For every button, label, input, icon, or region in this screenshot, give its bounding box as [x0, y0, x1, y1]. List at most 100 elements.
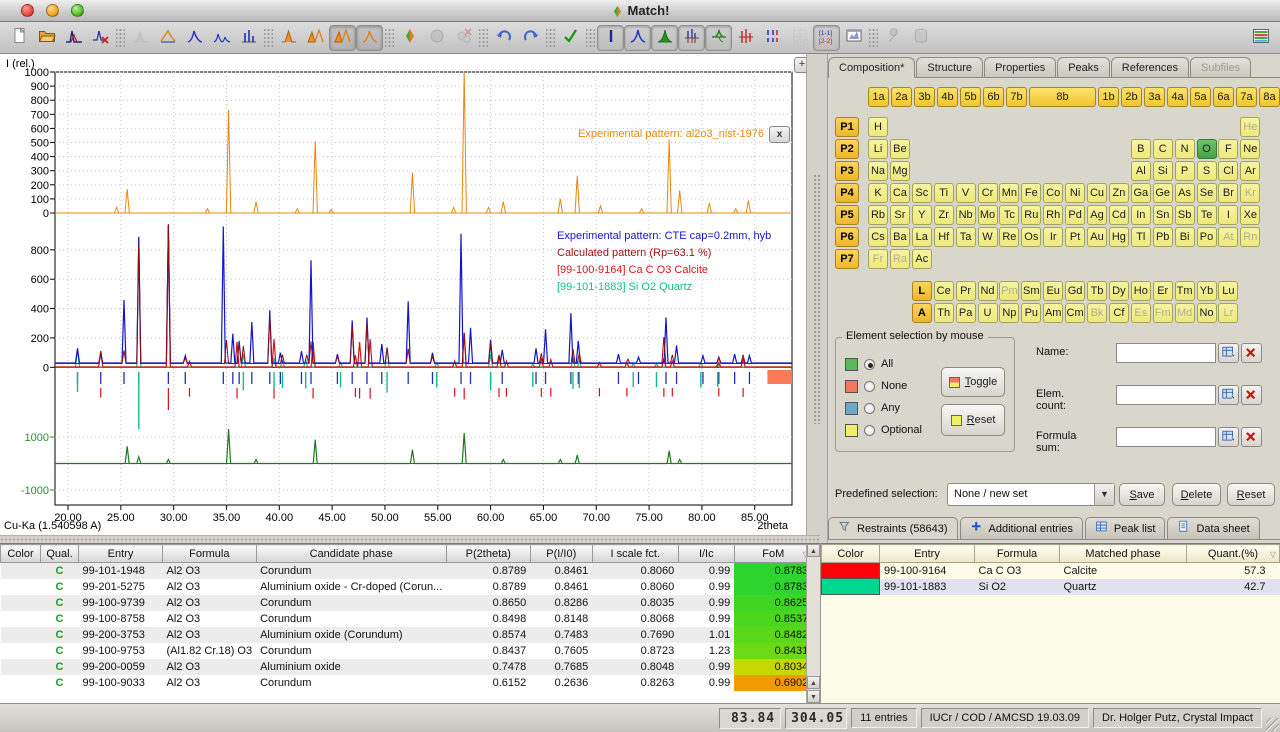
import-diffraction-pattern-button[interactable]	[60, 25, 87, 51]
candidate-list-scrollbar[interactable]: ▲ ▲ ▼	[806, 544, 820, 703]
show-candidate-peaks-button[interactable]	[759, 25, 786, 51]
element-button-cr[interactable]: Cr	[978, 183, 998, 203]
column-header-candidatephase[interactable]: Candidate phase	[256, 545, 446, 563]
element-button-ba[interactable]: Ba	[890, 227, 910, 247]
element-button-cf[interactable]: Cf	[1109, 303, 1129, 323]
tab-data-sheet[interactable]: Data sheet	[1167, 517, 1259, 539]
element-button-h[interactable]: H	[868, 117, 888, 137]
resize-grip[interactable]	[1266, 718, 1279, 731]
pattern-options-button[interactable]	[87, 25, 114, 51]
element-button-no[interactable]: No	[1197, 303, 1217, 323]
diffraction-pattern-plot[interactable]: 1000900800700600500400300200100080060040…	[0, 54, 806, 543]
radio-any[interactable]	[864, 403, 875, 414]
element-button-sb[interactable]: Sb	[1175, 205, 1195, 225]
save-button[interactable]: Save	[1119, 483, 1165, 506]
element-button-rh[interactable]: Rh	[1043, 205, 1063, 225]
element-button-cs[interactable]: Cs	[868, 227, 888, 247]
table-row[interactable]: C99-100-8758Al2 O3Corundum0.84980.81480.…	[1, 611, 813, 627]
periodic-table-toggle-button[interactable]	[1247, 25, 1274, 51]
element-button-cl[interactable]: Cl	[1218, 161, 1238, 181]
element-button-b[interactable]: B	[1131, 139, 1151, 159]
period-button-p1[interactable]: P1	[835, 117, 859, 137]
tab-peak-list[interactable]: Peak list	[1085, 517, 1166, 539]
toggle-selection-button[interactable]: Toggle	[941, 367, 1005, 397]
element-button-hg[interactable]: Hg	[1109, 227, 1129, 247]
period-button-p7[interactable]: P7	[835, 249, 859, 269]
chevron-down-icon[interactable]: ▼	[1094, 484, 1114, 505]
tab-additional-entries[interactable]: Additional entries	[960, 517, 1083, 539]
element-button-y[interactable]: Y	[912, 205, 932, 225]
group-button-4b[interactable]: 4b	[937, 87, 958, 107]
element-button-sr[interactable]: Sr	[890, 205, 910, 225]
element-button-br[interactable]: Br	[1218, 183, 1238, 203]
element-button-pa[interactable]: Pa	[956, 303, 976, 323]
table-row[interactable]: C99-100-9033Al2 O3Corundum0.61520.26360.…	[1, 675, 813, 691]
element-button-in[interactable]: In	[1131, 205, 1151, 225]
subtract-background-button[interactable]	[154, 25, 181, 51]
table-row[interactable]: C99-200-3753Al2 O3Aluminium oxide (Corun…	[1, 627, 813, 643]
element-button-zr[interactable]: Zr	[934, 205, 954, 225]
period-button-p2[interactable]: P2	[835, 139, 859, 159]
selection-option-all[interactable]: All	[845, 357, 893, 371]
field-input-elemcount[interactable]	[1116, 385, 1216, 405]
element-button-yb[interactable]: Yb	[1197, 281, 1217, 301]
peak-fitting-toggle-button[interactable]	[329, 25, 356, 51]
clear-field-button[interactable]	[1241, 385, 1262, 405]
element-button-p[interactable]: P	[1175, 161, 1195, 181]
element-button-bi[interactable]: Bi	[1175, 227, 1195, 247]
element-button-o[interactable]: O	[1197, 139, 1217, 159]
show-calculated-profile-button[interactable]	[651, 25, 678, 51]
element-button-be[interactable]: Be	[890, 139, 910, 159]
run-match-search-button[interactable]	[396, 25, 423, 51]
element-button-au[interactable]: Au	[1087, 227, 1107, 247]
element-button-ir[interactable]: Ir	[1043, 227, 1063, 247]
group-button-3b[interactable]: 3b	[914, 87, 935, 107]
element-button-si[interactable]: Si	[1153, 161, 1173, 181]
period-button-p3[interactable]: P3	[835, 161, 859, 181]
element-button-ag[interactable]: Ag	[1087, 205, 1107, 225]
single-peak-fit-toggle-button[interactable]	[356, 25, 383, 51]
element-button-i[interactable]: I	[1218, 205, 1238, 225]
element-button-fe[interactable]: Fe	[1021, 183, 1041, 203]
presentation-view-button[interactable]	[840, 25, 867, 51]
periodic-picker-button[interactable]	[1218, 427, 1239, 447]
element-button-la[interactable]: La	[912, 227, 932, 247]
group-button-7a[interactable]: 7a	[1236, 87, 1257, 107]
new-document-button[interactable]	[6, 25, 33, 51]
column-header-entry[interactable]: Entry	[880, 545, 975, 563]
series-button-l[interactable]: L	[912, 281, 932, 301]
radio-all[interactable]	[864, 359, 875, 370]
element-button-hf[interactable]: Hf	[934, 227, 954, 247]
column-header-entry[interactable]: Entry	[79, 545, 163, 563]
table-row[interactable]: C99-100-9753(Al1.82 Cr.18) O3Corundum0.8…	[1, 643, 813, 659]
field-input-name[interactable]	[1116, 343, 1216, 363]
element-button-u[interactable]: U	[978, 303, 998, 323]
element-button-ne[interactable]: Ne	[1240, 139, 1260, 159]
element-button-al[interactable]: Al	[1131, 161, 1151, 181]
vertical-splitter[interactable]	[806, 54, 828, 543]
element-button-po[interactable]: Po	[1197, 227, 1217, 247]
element-button-cm[interactable]: Cm	[1065, 303, 1085, 323]
column-header-fom[interactable]: FoM▽	[734, 545, 812, 563]
element-button-am[interactable]: Am	[1043, 303, 1063, 323]
clear-field-button[interactable]	[1241, 343, 1262, 363]
group-button-6b[interactable]: 6b	[983, 87, 1004, 107]
element-button-mn[interactable]: Mn	[999, 183, 1019, 203]
reset-button[interactable]: Reset	[1227, 483, 1275, 506]
table-row[interactable]: C99-100-9739Al2 O3Corundum0.86500.82860.…	[1, 595, 813, 611]
show-phase-peaks-button[interactable]	[732, 25, 759, 51]
group-button-2a[interactable]: 2a	[891, 87, 912, 107]
element-button-pt[interactable]: Pt	[1065, 227, 1085, 247]
element-button-ho[interactable]: Ho	[1131, 281, 1151, 301]
element-button-li[interactable]: Li	[868, 139, 888, 159]
element-button-th[interactable]: Th	[934, 303, 954, 323]
scroll-down-button[interactable]: ▼	[807, 690, 820, 703]
profile-fitting-button[interactable]	[275, 25, 302, 51]
element-button-se[interactable]: Se	[1197, 183, 1217, 203]
element-button-ar[interactable]: Ar	[1240, 161, 1260, 181]
element-button-f[interactable]: F	[1218, 139, 1238, 159]
element-button-v[interactable]: V	[956, 183, 976, 203]
group-button-1a[interactable]: 1a	[868, 87, 889, 107]
element-button-mo[interactable]: Mo	[978, 205, 998, 225]
group-button-3a[interactable]: 3a	[1144, 87, 1165, 107]
